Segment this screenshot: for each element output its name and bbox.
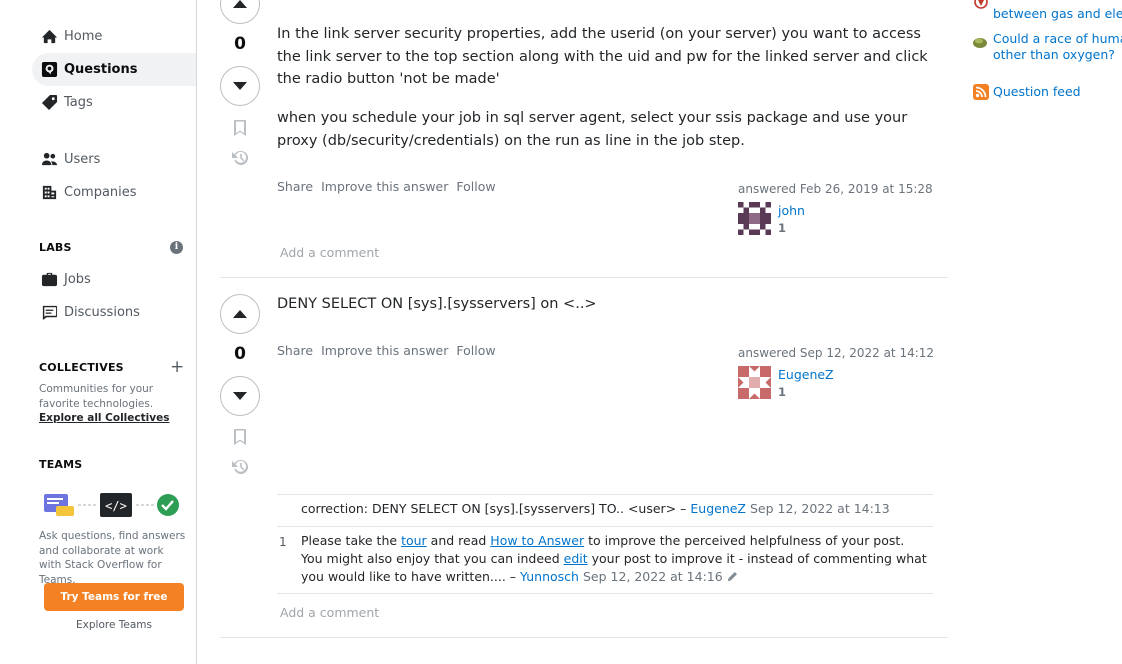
downvote-button[interactable] bbox=[220, 376, 260, 416]
nav-discussions-label: Discussions bbox=[64, 305, 140, 320]
tour-link[interactable]: tour bbox=[401, 533, 427, 548]
svg-text:</>: </> bbox=[105, 499, 127, 513]
arrow-down-icon bbox=[233, 392, 247, 400]
answer-body-paragraph: DENY SELECT ON [sys].[sysservers] on <..… bbox=[277, 296, 597, 312]
nav-questions[interactable]: Questions bbox=[32, 53, 196, 86]
comment-text: correction: DENY SELECT ON [sys].[sysser… bbox=[301, 501, 687, 516]
answer-divider bbox=[220, 277, 948, 278]
left-sidebar: Home Questions Tags Users Companies LABS… bbox=[0, 0, 197, 664]
tag-icon bbox=[40, 94, 58, 112]
answer-body-paragraph: when you schedule your job in sql server… bbox=[277, 110, 908, 149]
comment: Please take the tour and read How to Ans… bbox=[301, 532, 927, 586]
answered-timestamp: answered Sep 12, 2022 at 14:12 bbox=[738, 346, 935, 360]
building-icon bbox=[40, 184, 58, 202]
improve-answer-link[interactable]: Improve this answer bbox=[321, 343, 448, 358]
vote-count: 0 bbox=[234, 344, 246, 364]
history-icon[interactable] bbox=[231, 458, 249, 476]
plus-icon[interactable]: + bbox=[170, 359, 184, 376]
labs-heading: LABS bbox=[39, 241, 72, 254]
collectives-description: Communities for your favorite technologi… bbox=[39, 382, 189, 426]
reputation-score: 1 bbox=[778, 385, 787, 399]
vote-count: 0 bbox=[234, 34, 246, 54]
hot-network-site-icon bbox=[974, 0, 988, 9]
comment-divider bbox=[277, 494, 933, 495]
bookmark-icon[interactable] bbox=[231, 428, 249, 446]
collectives-heading: COLLECTIVES bbox=[39, 361, 124, 374]
nav-home[interactable]: Home bbox=[32, 20, 196, 53]
comment: correction: DENY SELECT ON [sys].[sysser… bbox=[301, 500, 927, 518]
arrow-up-icon bbox=[233, 310, 247, 318]
comment-user-link[interactable]: EugeneZ bbox=[690, 501, 746, 516]
hot-question-line: Could a race of humanoi bbox=[993, 31, 1122, 46]
hot-network-question-link[interactable]: between gas and electric bbox=[993, 6, 1122, 22]
hot-question-line: other than oxygen? bbox=[993, 47, 1115, 62]
nav-questions-label: Questions bbox=[64, 62, 138, 77]
arrow-down-icon bbox=[233, 82, 247, 90]
comment-user-link[interactable]: Yunnosch bbox=[520, 569, 579, 584]
nav-users[interactable]: Users bbox=[32, 143, 196, 176]
nav-users-label: Users bbox=[64, 152, 101, 167]
nav-tags-label: Tags bbox=[64, 95, 93, 110]
info-icon[interactable]: i bbox=[170, 241, 183, 254]
answered-timestamp: answered Feb 26, 2019 at 15:28 bbox=[738, 182, 933, 196]
nav-home-label: Home bbox=[64, 29, 103, 44]
hot-network-site-icon bbox=[973, 38, 987, 48]
comment-divider bbox=[277, 526, 933, 527]
upvote-button[interactable] bbox=[220, 0, 260, 24]
bookmark-icon[interactable] bbox=[231, 119, 249, 137]
how-to-answer-link[interactable]: How to Answer bbox=[490, 533, 584, 548]
comment-score: 1 bbox=[279, 535, 287, 549]
follow-link[interactable]: Follow bbox=[456, 343, 495, 358]
comment-divider bbox=[277, 593, 933, 594]
comment-text: and read bbox=[430, 533, 487, 548]
upvote-button[interactable] bbox=[220, 294, 260, 334]
user-name-link[interactable]: EugeneZ bbox=[778, 367, 834, 382]
rss-icon bbox=[973, 84, 989, 100]
reputation-score: 1 bbox=[778, 221, 787, 235]
questions-icon bbox=[40, 61, 58, 79]
nav-companies[interactable]: Companies bbox=[32, 176, 196, 209]
comment-date[interactable]: Sep 12, 2022 at 14:16 bbox=[583, 569, 723, 584]
user-name-link[interactable]: john bbox=[778, 203, 805, 218]
post-menu: Share Improve this answer Follow bbox=[277, 179, 496, 194]
downvote-button[interactable] bbox=[220, 66, 260, 106]
nav-tags[interactable]: Tags bbox=[32, 86, 196, 119]
users-icon bbox=[40, 151, 58, 169]
add-comment-link[interactable]: Add a comment bbox=[280, 245, 379, 260]
nav-companies-label: Companies bbox=[64, 185, 137, 200]
share-link[interactable]: Share bbox=[277, 179, 313, 194]
post-menu: Share Improve this answer Follow bbox=[277, 343, 496, 358]
teams-description: Ask questions, find answers and collabor… bbox=[39, 530, 186, 586]
nav-discussions[interactable]: Discussions bbox=[32, 296, 196, 329]
nav-jobs[interactable]: Jobs bbox=[32, 263, 196, 296]
explore-collectives-link[interactable]: Explore all Collectives bbox=[39, 412, 169, 424]
briefcase-icon bbox=[40, 271, 58, 289]
answer-divider bbox=[220, 637, 948, 638]
pencil-icon bbox=[727, 572, 737, 582]
teams-heading: TEAMS bbox=[39, 458, 83, 471]
history-icon[interactable] bbox=[231, 149, 249, 167]
arrow-up-icon bbox=[233, 0, 247, 8]
comment-date[interactable]: Sep 12, 2022 at 14:13 bbox=[750, 501, 890, 516]
answer-body-paragraph: In the link server security properties, … bbox=[277, 26, 928, 87]
add-comment-link[interactable]: Add a comment bbox=[280, 605, 379, 620]
comment-text: Please take the bbox=[301, 533, 398, 548]
teams-illustration-icon: </> bbox=[44, 493, 179, 517]
collectives-text: Communities for your favorite technologi… bbox=[39, 383, 154, 410]
question-feed-link[interactable]: Question feed bbox=[993, 84, 1122, 100]
share-link[interactable]: Share bbox=[277, 343, 313, 358]
try-teams-button[interactable]: Try Teams for free bbox=[44, 583, 184, 611]
edit-link[interactable]: edit bbox=[564, 551, 588, 566]
improve-answer-link[interactable]: Improve this answer bbox=[321, 179, 448, 194]
avatar[interactable] bbox=[738, 366, 771, 399]
follow-link[interactable]: Follow bbox=[456, 179, 495, 194]
nav-jobs-label: Jobs bbox=[64, 272, 91, 287]
explore-teams-link[interactable]: Explore Teams bbox=[44, 619, 184, 631]
avatar[interactable] bbox=[738, 202, 771, 235]
home-icon bbox=[40, 28, 58, 46]
discussion-icon bbox=[40, 304, 58, 322]
hot-network-question-link[interactable]: Could a race of humanoi other than oxyge… bbox=[993, 31, 1122, 63]
